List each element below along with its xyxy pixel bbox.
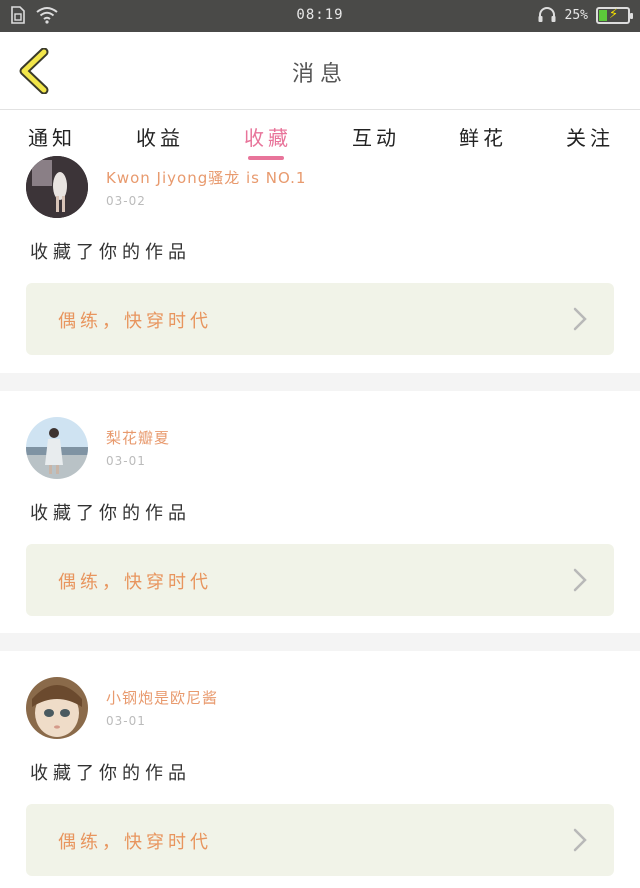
username[interactable]: 梨花瓣夏: [106, 427, 170, 448]
username[interactable]: 小钢炮是欧尼酱: [106, 687, 218, 708]
chevron-right-icon: [573, 307, 587, 331]
active-tab-indicator: [248, 156, 284, 160]
action-text: 收藏了你的作品: [30, 503, 191, 524]
tab-favorites[interactable]: 收藏: [244, 122, 292, 151]
work-title: 偶练，快穿时代: [58, 311, 212, 332]
chevron-right-icon: [573, 568, 587, 592]
list-item: 梨花瓣夏 03-01 收藏了你的作品 偶练，快穿时代: [0, 391, 640, 632]
battery-percent: 25%: [564, 7, 588, 23]
tab-interactions[interactable]: 互动: [352, 122, 400, 151]
work-title: 偶练，快穿时代: [58, 572, 212, 593]
avatar[interactable]: [26, 417, 88, 479]
tab-bar: 通知 收益 收藏 互动 鲜花 关注: [0, 110, 640, 162]
divider: [0, 633, 640, 651]
work-card[interactable]: 偶练，快穿时代: [26, 544, 614, 616]
avatar[interactable]: [26, 677, 88, 739]
status-bar: 08:19 25% ⚡: [0, 0, 640, 32]
chevron-right-icon: [573, 828, 587, 852]
work-card[interactable]: 偶练，快穿时代: [26, 804, 614, 876]
avatar-photo: [26, 677, 88, 739]
tab-earnings[interactable]: 收益: [136, 122, 184, 151]
tab-follows[interactable]: 关注: [566, 122, 614, 151]
avatar-photo: [26, 156, 88, 218]
work-card[interactable]: 偶练，快穿时代: [26, 283, 614, 355]
header: 消息: [0, 32, 640, 110]
list-item: Kwon Jiyong骚龙 is NO.1 03-02 收藏了你的作品 偶练，快…: [0, 156, 640, 372]
timestamp: 03-01: [106, 454, 146, 468]
username[interactable]: Kwon Jiyong骚龙 is NO.1: [106, 167, 306, 188]
tab-flowers[interactable]: 鲜花: [459, 122, 507, 151]
action-text: 收藏了你的作品: [30, 242, 191, 263]
divider: [0, 373, 640, 391]
timestamp: 03-01: [106, 714, 146, 728]
list-item: 小钢炮是欧尼酱 03-01 收藏了你的作品 偶练，快穿时代: [0, 651, 640, 888]
tab-notifications[interactable]: 通知: [28, 122, 76, 151]
battery-icon: ⚡: [596, 6, 633, 24]
page-title: 消息: [291, 62, 348, 87]
timestamp: 03-02: [106, 194, 146, 208]
avatar[interactable]: [26, 156, 88, 218]
work-title: 偶练，快穿时代: [58, 832, 212, 853]
action-text: 收藏了你的作品: [30, 763, 191, 784]
avatar-photo: [26, 417, 88, 479]
headset-icon: [538, 7, 556, 22]
